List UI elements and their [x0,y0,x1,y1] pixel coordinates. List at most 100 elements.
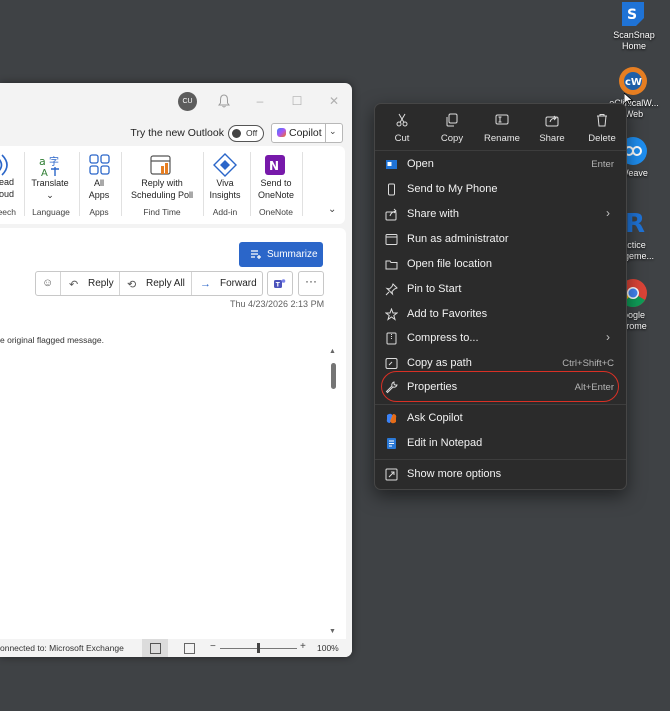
ribbon-separator [24,152,25,216]
bell-icon[interactable] [216,93,232,109]
scheduling-line2: Scheduling Poll [130,190,194,200]
scroll-up-icon[interactable]: ▲ [329,348,336,355]
forward-button[interactable]: → Forward [192,272,262,295]
teams-share-button[interactable]: T [267,271,293,296]
group-language: Language [32,207,70,217]
reply-button[interactable]: ↶ Reply [61,272,119,295]
group-apps: Apps [89,207,109,217]
maximize-button[interactable]: ☐ [288,92,306,110]
svg-text:字: 字 [49,155,59,168]
menu-item-show-more-options[interactable]: Show more options [379,463,622,487]
menu-item-shortcut: Enter [591,159,614,170]
reply-all-button[interactable]: ⟲ Reply All [120,272,191,295]
star-icon [385,308,398,321]
reply-icon: ↶ [69,279,79,291]
menu-item-label: Pin to Start [407,283,462,295]
new-outlook-toggle[interactable]: Off [228,125,264,142]
copilot-icon [277,128,286,137]
more-options-button[interactable]: ··· [298,271,324,296]
vertical-scrollbar[interactable]: ▲ ▼ [329,348,339,635]
copilot-button[interactable]: Copilot ⌄ [271,123,343,143]
copy-button[interactable]: Copy [428,109,474,149]
reading-pane: Summarize ☺ ↶ Reply ⟲ Reply All → Forwar… [0,228,346,640]
chevron-down-icon[interactable]: ⌄ [329,126,337,137]
menu-item-label: Send to My Phone [407,183,498,195]
copilot-divider [325,124,326,142]
rename-icon [495,114,509,125]
menu-item-compress-to[interactable]: Compress to... › [379,327,622,351]
menu-item-open[interactable]: Open Enter [379,153,622,177]
ribbon: ead oud eech a 字 A Translate ⌄ Language [0,146,345,224]
rename-button[interactable]: Rename [478,109,524,149]
copilot-label: Copilot [289,127,322,139]
status-bar: onnected to: Microsoft Exchange − + 100% [0,639,352,657]
menu-item-pin-to-start[interactable]: Pin to Start [379,278,622,302]
menu-item-label: Run as administrator [407,233,509,245]
close-button[interactable]: ✕ [325,92,343,110]
reading-view-icon [184,643,195,654]
ribbon-read-aloud[interactable]: ead oud eech [0,146,22,224]
eclinicalworks-icon: cW [619,67,647,95]
cut-button[interactable]: Cut [378,109,424,149]
folder-icon [385,260,398,270]
svg-text:S: S [627,7,637,23]
group-add-in: Add-in [212,207,238,217]
desktop-icon-label: ScanSnap [613,30,655,40]
menu-item-run-as-admin[interactable]: Run as administrator [379,228,622,252]
outlook-window: CU – ☐ ✕ Try the new Outlook Off Copilot… [0,83,352,657]
share-button[interactable]: Share [528,109,574,149]
ribbon-separator [121,152,122,216]
zoom-in-button[interactable]: + [300,641,306,652]
try-new-outlook-row: Try the new Outlook Off Copilot ⌄ [0,123,352,145]
ribbon-translate[interactable]: a 字 A Translate ⌄ Language [26,146,74,224]
translate-caret[interactable]: ⌄ [26,189,74,201]
ribbon-separator [79,152,80,216]
context-menu: Cut Copy Rename Share Delete Open Enter … [374,103,627,490]
emoji-react-button[interactable]: ☺ [36,272,60,295]
zoom-level[interactable]: 100% [317,643,339,653]
zoom-out-button[interactable]: − [210,641,216,652]
zoom-slider-thumb[interactable] [257,643,260,653]
copilot-icon [386,413,397,424]
ribbon-scheduling-poll[interactable]: Reply with Scheduling Poll Find Time [124,146,200,224]
admin-window-icon [385,234,398,245]
desktop-icon-label: Home [621,41,646,51]
menu-item-add-to-favorites[interactable]: Add to Favorites [379,303,622,327]
summarize-button[interactable]: Summarize [239,242,323,267]
ribbon-send-to-onenote[interactable]: N Send to OneNote OneNote [253,146,299,224]
summarize-label: Summarize [267,249,318,260]
ribbon-collapse-icon[interactable]: ⌄ [328,204,336,215]
menu-item-share-with[interactable]: Share with › [379,203,622,227]
copy-label: Copy [440,133,464,144]
svg-text:N: N [269,159,279,173]
normal-view-button[interactable] [142,639,168,657]
ribbon-viva-insights[interactable]: Viva Insights Add-in [206,146,244,224]
message-action-bar: ☺ ↶ Reply ⟲ Reply All → Forward [35,271,263,296]
delete-button[interactable]: Delete [578,109,624,149]
ribbon-all-apps[interactable]: All Apps Apps [82,146,116,224]
viva-line2: Insights [209,190,241,200]
menu-item-ask-copilot[interactable]: Ask Copilot [379,407,622,431]
menu-item-label: Add to Favorites [407,308,488,320]
scroll-down-icon[interactable]: ▼ [329,628,336,635]
try-new-outlook-label: Try the new Outlook [130,127,224,139]
summarize-icon [251,250,261,259]
menu-item-open-file-location[interactable]: Open file location [379,253,622,277]
scroll-thumb[interactable] [331,363,336,389]
menu-item-send-to-phone[interactable]: Send to My Phone [379,178,622,202]
app-window-icon [386,160,397,169]
connection-status: onnected to: Microsoft Exchange [0,643,124,653]
menu-item-edit-in-notepad[interactable]: Edit in Notepad [379,432,622,456]
reply-all-label: Reply All [146,278,185,289]
menu-item-label: Open file location [407,258,492,270]
calendar-poll-icon [150,155,171,175]
toggle-knob [232,129,241,138]
menu-item-label: Edit in Notepad [407,437,483,449]
svg-text:a: a [39,155,46,168]
menu-item-label: Share with [407,208,459,220]
reading-view-button[interactable] [176,639,202,657]
menu-separator [375,404,626,405]
viva-line1: Viva [216,178,234,188]
avatar[interactable]: CU [178,92,197,111]
minimize-button[interactable]: – [251,92,269,110]
